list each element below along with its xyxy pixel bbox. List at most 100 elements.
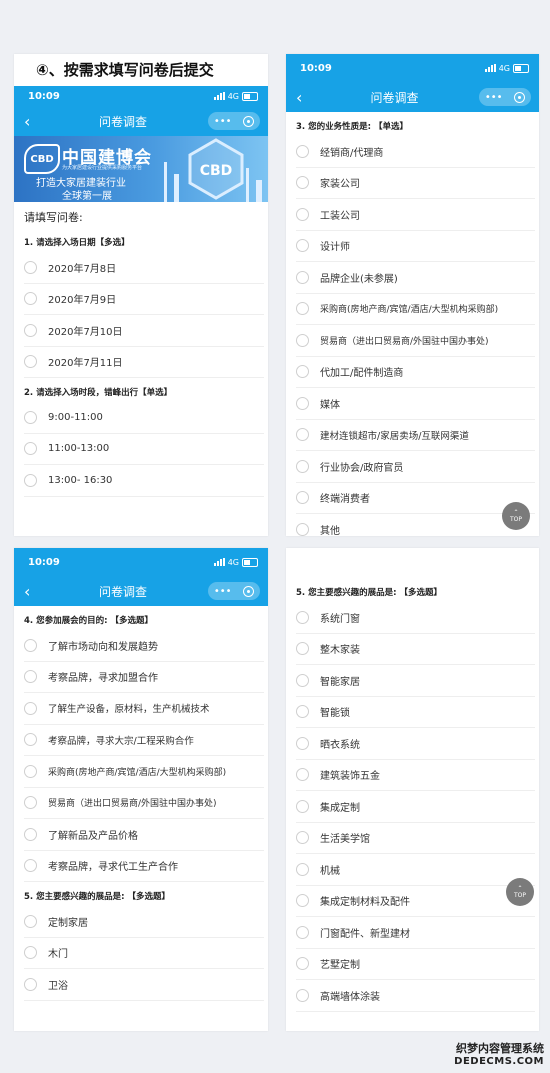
radio-icon[interactable] — [296, 522, 309, 536]
radio-icon[interactable] — [296, 459, 309, 473]
option-row[interactable]: 建材连锁超市/家居卖场/互联网渠道 — [296, 420, 535, 451]
option-row[interactable]: 艺墅定制 — [296, 949, 535, 980]
option-row[interactable]: 11:00-13:00 — [24, 434, 264, 465]
back-icon[interactable]: ‹ — [24, 582, 38, 601]
option-row[interactable]: 生活美学馆 — [296, 823, 535, 854]
checkbox-icon[interactable] — [24, 638, 37, 652]
radio-icon[interactable] — [296, 491, 309, 505]
checkbox-icon[interactable] — [24, 701, 37, 715]
more-icon[interactable]: ••• — [485, 92, 503, 103]
option-row[interactable]: 2020年7月8日 — [24, 252, 264, 284]
checkbox-icon[interactable] — [24, 260, 37, 274]
checkbox-icon[interactable] — [24, 796, 37, 810]
option-row[interactable]: 机械 — [296, 854, 535, 886]
close-miniprogram-icon[interactable] — [514, 91, 526, 103]
option-row[interactable]: 行业协会/政府官员 — [296, 451, 535, 483]
radio-icon[interactable] — [296, 333, 309, 347]
capsule-menu[interactable]: ••• — [208, 582, 260, 600]
checkbox-icon[interactable] — [296, 862, 309, 876]
radio-icon[interactable] — [296, 207, 309, 221]
checkbox-icon[interactable] — [296, 957, 309, 971]
option-row[interactable]: 了解新品及产品价格 — [24, 819, 264, 851]
radio-icon[interactable] — [296, 270, 309, 284]
option-row[interactable]: 考察品牌，寻求大宗/工程采购合作 — [24, 725, 264, 756]
capsule-menu[interactable]: ••• — [208, 112, 260, 130]
option-row[interactable]: 工装公司 — [296, 199, 535, 231]
back-to-top-button[interactable]: ⌃ TOP — [506, 878, 534, 906]
option-row[interactable]: 整木家装 — [296, 634, 535, 665]
checkbox-icon[interactable] — [24, 946, 37, 960]
radio-icon[interactable] — [296, 239, 309, 253]
checkbox-icon[interactable] — [24, 323, 37, 337]
back-to-top-button[interactable]: ⌃ TOP — [502, 502, 530, 530]
option-row[interactable]: 定制家居 — [24, 906, 264, 938]
option-row[interactable]: 建筑装饰五金 — [296, 760, 535, 791]
checkbox-icon[interactable] — [296, 768, 309, 782]
checkbox-icon[interactable] — [296, 736, 309, 750]
back-icon[interactable]: ‹ — [296, 88, 310, 107]
option-row[interactable]: 13:00- 16:30 — [24, 465, 264, 497]
checkbox-icon[interactable] — [24, 733, 37, 747]
option-row[interactable]: 了解市场动向和发展趋势 — [24, 630, 264, 662]
checkbox-icon[interactable] — [24, 355, 37, 369]
checkbox-icon[interactable] — [296, 925, 309, 939]
checkbox-icon[interactable] — [296, 705, 309, 719]
radio-icon[interactable] — [296, 365, 309, 379]
option-row[interactable]: 了解生产设备，原材料，生产机械技术 — [24, 693, 264, 725]
option-row[interactable]: 系统门窗 — [296, 602, 535, 634]
option-row[interactable]: 2020年7月9日 — [24, 284, 264, 315]
radio-icon[interactable] — [296, 428, 309, 442]
option-row[interactable]: 晒衣系统 — [296, 728, 535, 760]
option-row[interactable]: 集成定制材料及配件 — [296, 886, 535, 917]
option-row[interactable]: 设计师 — [296, 231, 535, 262]
checkbox-icon[interactable] — [296, 894, 309, 908]
option-row[interactable]: 贸易商（进出口贸易商/外国驻中国办事处) — [296, 325, 535, 357]
option-row[interactable]: 2020年7月10日 — [24, 315, 264, 347]
option-row[interactable]: 品牌企业(未参展) — [296, 262, 535, 294]
radio-icon[interactable] — [296, 396, 309, 410]
checkbox-icon[interactable] — [296, 642, 309, 656]
option-row[interactable]: 贸易商（进出口贸易商/外国驻中国办事处) — [24, 788, 264, 819]
checkbox-icon[interactable] — [296, 831, 309, 845]
option-row[interactable]: 集成定制 — [296, 791, 535, 823]
option-row[interactable]: 9:00-11:00 — [24, 402, 264, 434]
checkbox-icon[interactable] — [24, 670, 37, 684]
option-row[interactable]: 木门 — [24, 938, 264, 969]
option-row[interactable]: 高端墙体涂装 — [296, 980, 535, 1012]
option-row[interactable]: 2020年7月11日 — [24, 347, 264, 378]
option-row[interactable]: 卫浴 — [24, 969, 264, 1001]
back-icon[interactable]: ‹ — [24, 112, 38, 131]
more-icon[interactable]: ••• — [214, 116, 232, 127]
checkbox-icon[interactable] — [296, 988, 309, 1002]
option-row[interactable]: 智能家居 — [296, 665, 535, 697]
option-row[interactable]: 门窗配件、新型建材 — [296, 917, 535, 949]
radio-icon[interactable] — [24, 410, 37, 424]
checkbox-icon[interactable] — [24, 859, 37, 873]
more-icon[interactable]: ••• — [214, 586, 232, 597]
checkbox-icon[interactable] — [296, 673, 309, 687]
checkbox-icon[interactable] — [24, 292, 37, 306]
option-row[interactable]: 其他 — [296, 514, 535, 536]
radio-icon[interactable] — [24, 442, 37, 456]
radio-icon[interactable] — [24, 473, 37, 487]
option-row[interactable]: 采购商(房地产商/宾馆/酒店/大型机构采购部) — [296, 294, 535, 325]
close-miniprogram-icon[interactable] — [243, 585, 255, 597]
checkbox-icon[interactable] — [24, 977, 37, 991]
capsule-menu[interactable]: ••• — [479, 88, 531, 106]
option-row[interactable]: 媒体 — [296, 388, 535, 420]
radio-icon[interactable] — [296, 144, 309, 158]
radio-icon[interactable] — [296, 176, 309, 190]
option-row[interactable]: 智能锁 — [296, 697, 535, 728]
checkbox-icon[interactable] — [296, 799, 309, 813]
close-miniprogram-icon[interactable] — [243, 115, 255, 127]
radio-icon[interactable] — [296, 302, 309, 316]
checkbox-icon[interactable] — [24, 764, 37, 778]
checkbox-icon[interactable] — [24, 914, 37, 928]
option-row[interactable]: 经销商/代理商 — [296, 136, 535, 168]
option-row[interactable]: 考察品牌，寻求加盟合作 — [24, 662, 264, 693]
option-row[interactable]: 终端消费者 — [296, 483, 535, 514]
option-row[interactable]: 采购商(房地产商/宾馆/酒店/大型机构采购部) — [24, 756, 264, 788]
checkbox-icon[interactable] — [24, 827, 37, 841]
option-row[interactable]: 家装公司 — [296, 168, 535, 199]
option-row[interactable]: 代加工/配件制造商 — [296, 357, 535, 388]
